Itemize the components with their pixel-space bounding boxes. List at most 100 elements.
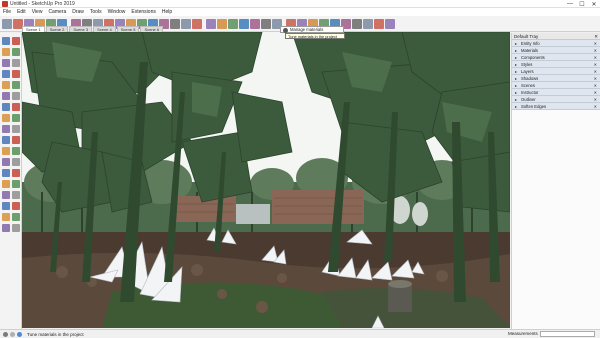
text-icon[interactable] [181,18,191,29]
panel-label: Components [521,55,545,60]
orbit-icon[interactable] [217,18,227,29]
expand-arrow-icon[interactable]: ▸ [515,47,517,54]
pan-icon[interactable] [12,169,20,177]
expand-arrow-icon[interactable]: ▸ [515,75,517,82]
section-plane-icon[interactable] [12,213,20,221]
tray-panel-styles[interactable]: ▸ Styles ✕ [512,61,600,68]
panel-close-icon[interactable]: ✕ [594,61,597,68]
3d-text-icon[interactable] [12,158,20,166]
expand-arrow-icon[interactable]: ▸ [515,89,517,96]
tray-panel-soften-edges[interactable]: ▸ Soften Edges ✕ [512,103,600,110]
expand-arrow-icon[interactable]: ▸ [515,96,517,103]
pan-icon[interactable] [228,18,238,29]
circle-icon[interactable] [2,81,10,89]
window-title: Untitled - SketchUp Pro 2019 [10,0,75,7]
line-icon[interactable] [2,59,10,67]
panel-close-icon[interactable]: ✕ [594,40,597,47]
tray-panel-instructor[interactable]: ▸ Instructor ✕ [512,89,600,96]
zoom-extents-icon[interactable] [250,18,260,29]
tape-measure-icon[interactable] [2,136,10,144]
follow-me-icon[interactable] [12,114,20,122]
minimize-button[interactable]: — [564,0,576,8]
freehand-icon[interactable] [12,59,20,67]
panel-close-icon[interactable]: ✕ [594,68,597,75]
rotate-icon[interactable] [2,114,10,122]
menu-tools[interactable]: Tools [90,9,102,15]
text-icon[interactable] [12,147,20,155]
look-around-icon[interactable] [12,202,20,210]
menu-draw[interactable]: Draw [72,9,84,15]
panel-close-icon[interactable]: ✕ [594,54,597,61]
measurements-input[interactable] [540,331,595,337]
panel-close-icon[interactable]: ✕ [594,47,597,54]
protractor-icon[interactable] [170,18,180,29]
push-pull-icon[interactable] [12,103,20,111]
polygon-icon[interactable] [12,81,20,89]
menu-help[interactable]: Help [162,9,172,15]
rotated-rectangle-icon[interactable] [12,70,20,78]
tray-panel-components[interactable]: ▸ Components ✕ [512,54,600,61]
tray-panel-outliner[interactable]: ▸ Outliner ✕ [512,96,600,103]
sandbox-icon[interactable] [2,224,10,232]
zoom-extents-icon[interactable] [2,191,10,199]
expand-arrow-icon[interactable]: ▸ [515,103,517,110]
tray-panel-scenes[interactable]: ▸ Scenes ✕ [512,82,600,89]
panel-close-icon[interactable]: ✕ [594,82,597,89]
maximize-button[interactable]: ☐ [576,0,588,8]
position-camera-icon[interactable] [2,202,10,210]
expand-arrow-icon[interactable]: ▸ [515,82,517,89]
zoom-icon[interactable] [239,18,249,29]
rectangle-icon[interactable] [2,70,10,78]
walk-icon[interactable] [2,213,10,221]
scale-icon[interactable] [2,125,10,133]
menu-camera[interactable]: Camera [48,9,66,15]
eraser-icon[interactable] [2,48,10,56]
arc-icon[interactable] [2,92,10,100]
user-icon[interactable] [17,331,22,337]
axes-icon[interactable] [192,18,202,29]
info-icon[interactable] [363,18,373,29]
panel-close-icon[interactable]: ✕ [594,96,597,103]
protractor-icon[interactable] [2,147,10,155]
expand-arrow-icon[interactable]: ▸ [515,40,517,47]
expand-arrow-icon[interactable]: ▸ [515,68,517,75]
materials-icon[interactable] [352,18,362,29]
previous-icon[interactable] [12,191,20,199]
axes-icon[interactable] [2,158,10,166]
pie-icon[interactable] [12,92,20,100]
mail-icon[interactable] [374,18,384,29]
section-icon[interactable] [206,18,216,29]
tray-close-icon[interactable]: ✕ [594,33,598,40]
panel-close-icon[interactable]: ✕ [594,89,597,96]
menu-view[interactable]: View [32,9,43,15]
expand-arrow-icon[interactable]: ▸ [515,61,517,68]
tray-panel-entity-info[interactable]: ▸ Entity Info ✕ [512,40,600,47]
offset-icon[interactable] [12,125,20,133]
paint-bucket-icon[interactable] [12,48,20,56]
move-icon[interactable] [2,103,10,111]
menu-window[interactable]: Window [108,9,126,15]
menu-edit[interactable]: Edit [17,9,26,15]
select-icon[interactable] [2,18,12,29]
credits-icon[interactable] [10,331,15,337]
tray-panel-shadows[interactable]: ▸ Shadows ✕ [512,75,600,82]
orbit-icon[interactable] [2,169,10,177]
close-button[interactable]: ✕ [588,0,600,8]
expand-arrow-icon[interactable]: ▸ [515,54,517,61]
panel-close-icon[interactable]: ✕ [594,103,597,110]
geo-location-icon[interactable] [3,331,8,337]
cart-icon[interactable] [385,18,395,29]
tray-panel-materials[interactable]: ▸ Materials ✕ [512,47,600,54]
warehouse-icon[interactable] [12,224,20,232]
model-viewport[interactable] [22,32,510,328]
zoom-icon[interactable] [2,180,10,188]
panel-close-icon[interactable]: ✕ [594,75,597,82]
zoom-window-icon[interactable] [12,180,20,188]
dimension-icon[interactable] [12,136,20,144]
menu-file[interactable]: File [3,9,11,15]
previous-icon[interactable] [261,18,271,29]
select-icon[interactable] [2,37,10,45]
make-component-icon[interactable] [12,37,20,45]
menu-extensions[interactable]: Extensions [131,9,155,15]
tray-panel-layers[interactable]: ▸ Layers ✕ [512,68,600,75]
